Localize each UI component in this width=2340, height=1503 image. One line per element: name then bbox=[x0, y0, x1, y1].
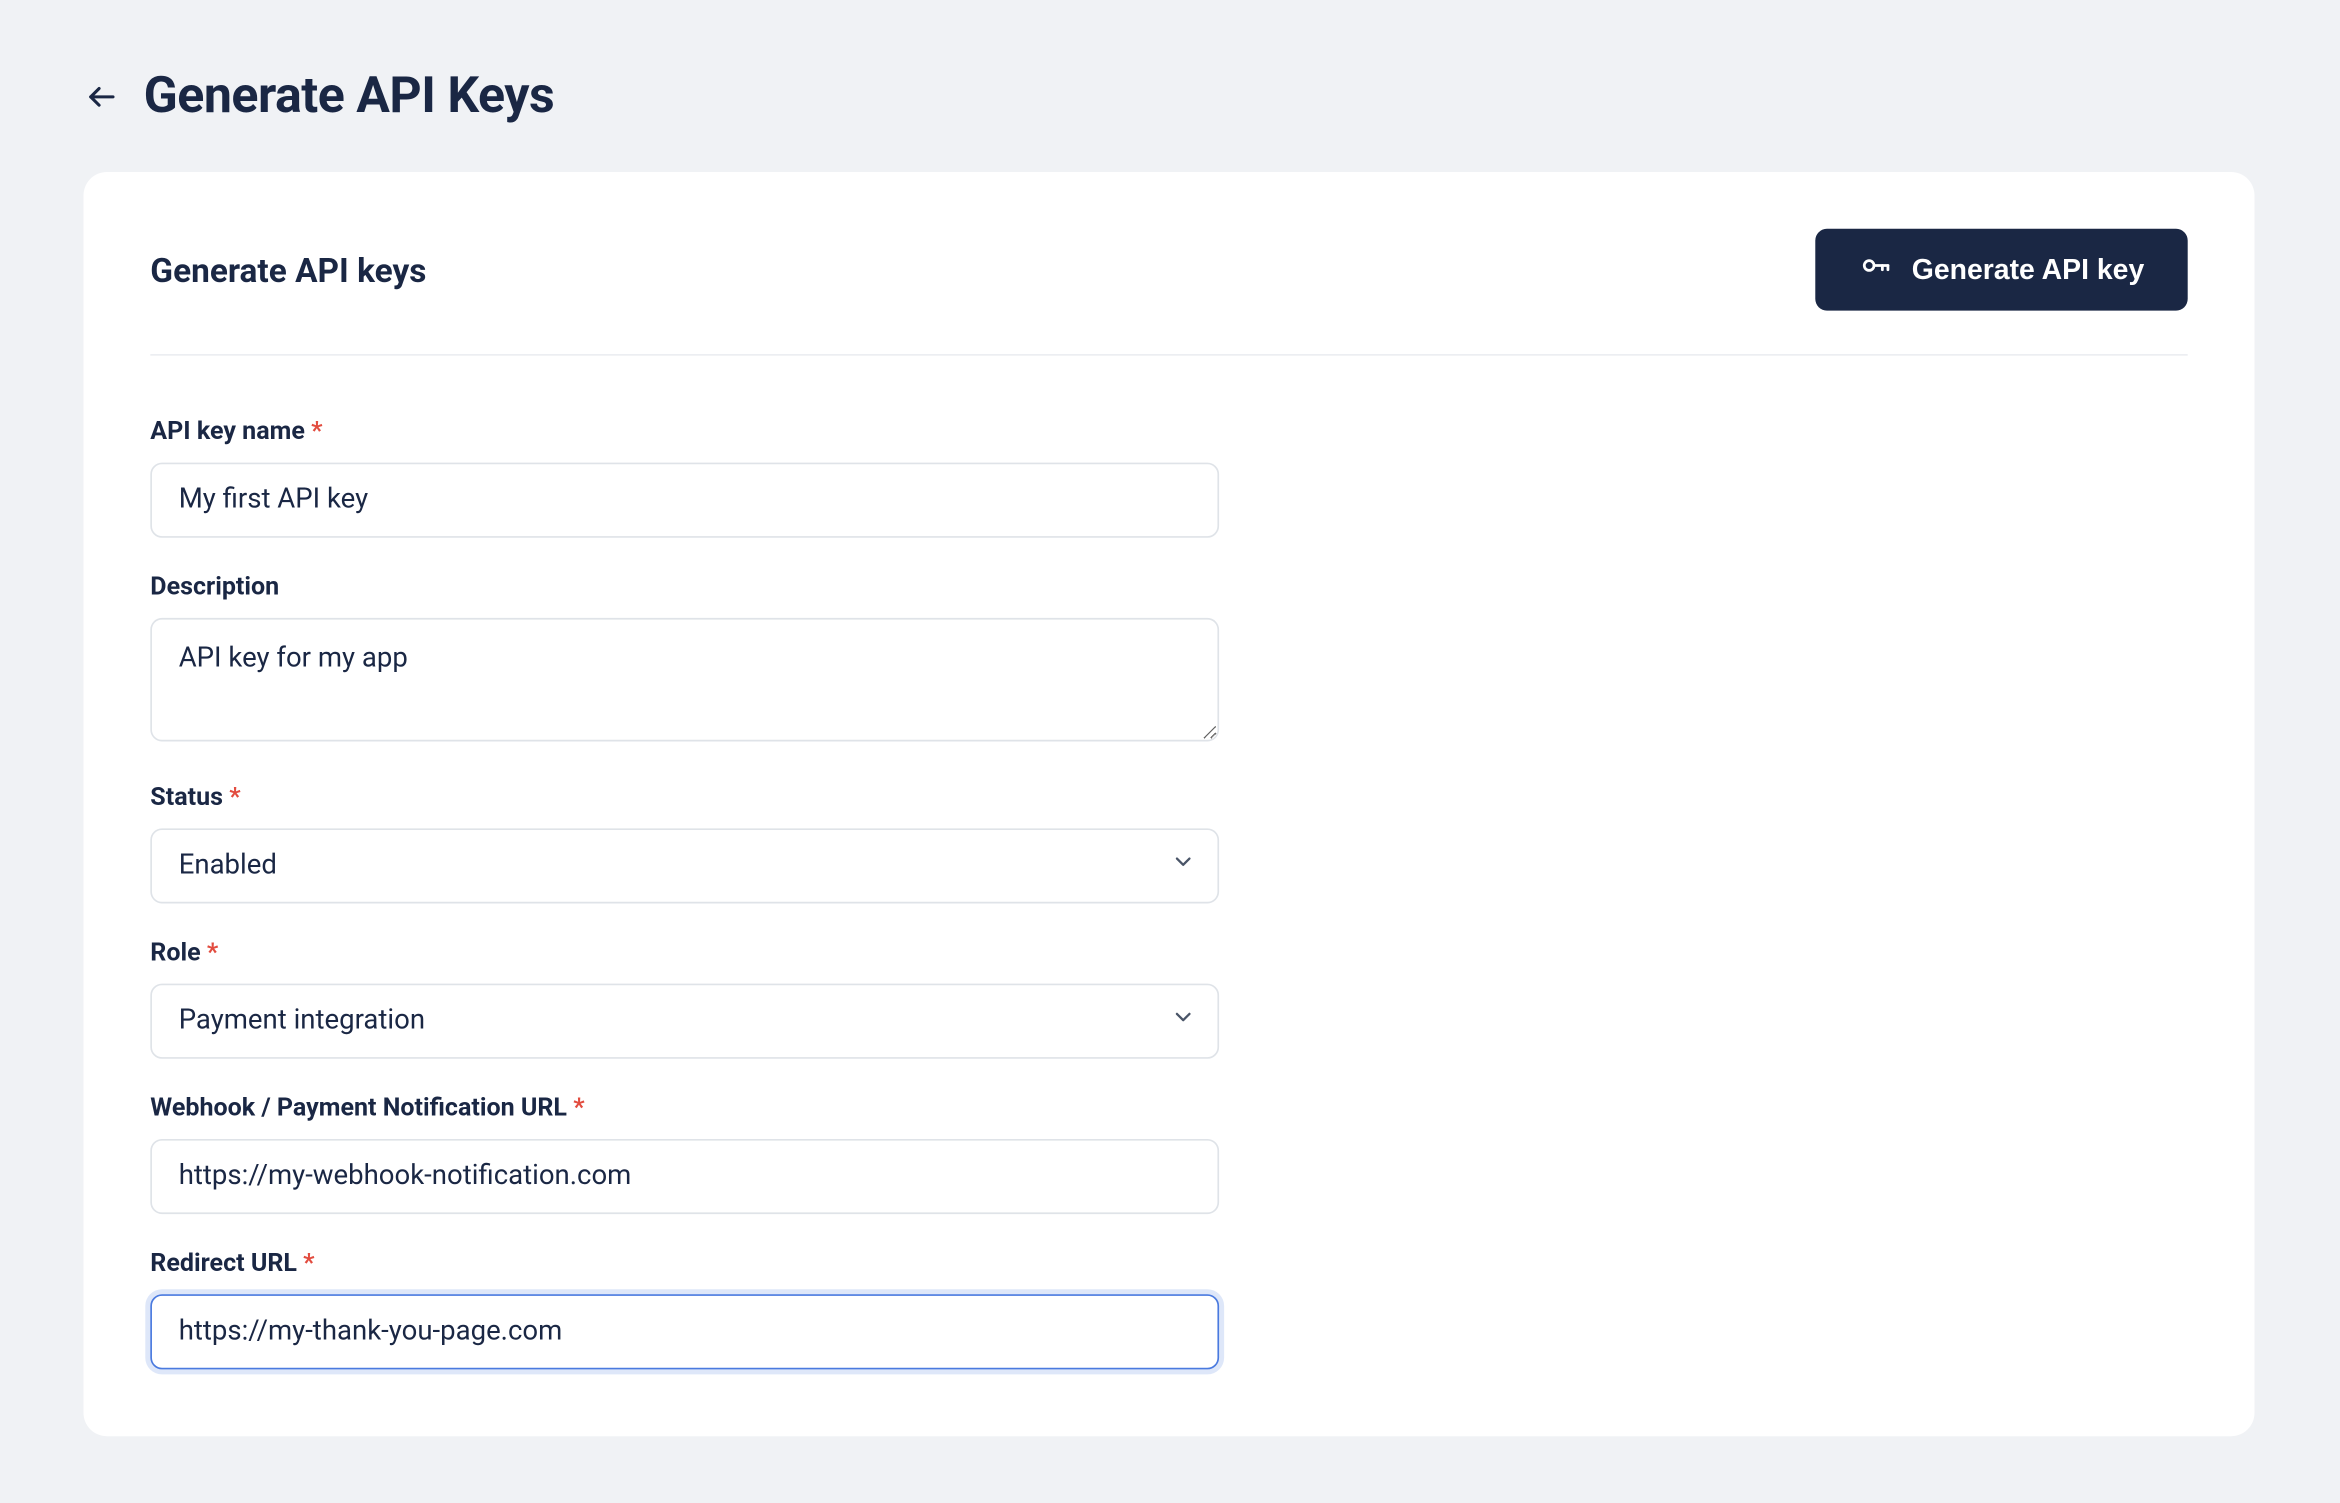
field-description: Description API key for my app bbox=[150, 571, 1219, 748]
page-header: Generate API Keys bbox=[84, 67, 2255, 125]
redirect-url-input[interactable] bbox=[150, 1294, 1219, 1369]
generate-api-key-button[interactable]: Generate API key bbox=[1815, 229, 2188, 311]
role-select[interactable]: Payment integration bbox=[150, 983, 1219, 1058]
api-key-form: API key name * Description API key for m… bbox=[150, 416, 1219, 1369]
label-status: Status * bbox=[150, 781, 1219, 811]
card-title: Generate API keys bbox=[150, 250, 426, 290]
field-redirect: Redirect URL * bbox=[150, 1247, 1219, 1369]
page-title: Generate API Keys bbox=[144, 67, 555, 125]
field-name: API key name * bbox=[150, 416, 1219, 538]
label-webhook-text: Webhook / Payment Notification URL bbox=[150, 1092, 567, 1122]
label-role-text: Role bbox=[150, 937, 200, 967]
field-role: Role * Payment integration bbox=[150, 937, 1219, 1059]
form-card: Generate API keys Generate API key API k… bbox=[84, 172, 2255, 1436]
required-marker: * bbox=[311, 416, 322, 446]
status-select[interactable]: Enabled bbox=[150, 828, 1219, 903]
required-marker: * bbox=[229, 781, 240, 811]
api-key-name-input[interactable] bbox=[150, 463, 1219, 538]
webhook-url-input[interactable] bbox=[150, 1139, 1219, 1214]
required-marker: * bbox=[207, 937, 218, 967]
generate-button-label: Generate API key bbox=[1912, 253, 2145, 286]
required-marker: * bbox=[573, 1092, 584, 1122]
label-redirect: Redirect URL * bbox=[150, 1247, 1219, 1277]
label-status-text: Status bbox=[150, 781, 223, 811]
required-marker: * bbox=[303, 1247, 314, 1277]
field-status: Status * Enabled bbox=[150, 781, 1219, 903]
key-icon bbox=[1858, 249, 1891, 291]
card-header: Generate API keys Generate API key bbox=[150, 229, 2187, 356]
label-redirect-text: Redirect URL bbox=[150, 1247, 297, 1277]
label-role: Role * bbox=[150, 937, 1219, 967]
label-webhook: Webhook / Payment Notification URL * bbox=[150, 1092, 1219, 1122]
label-name: API key name * bbox=[150, 416, 1219, 446]
description-textarea[interactable]: API key for my app bbox=[150, 618, 1219, 741]
label-name-text: API key name bbox=[150, 416, 305, 446]
back-arrow-icon[interactable] bbox=[84, 78, 121, 115]
label-description: Description bbox=[150, 571, 1219, 601]
field-webhook: Webhook / Payment Notification URL * bbox=[150, 1092, 1219, 1214]
